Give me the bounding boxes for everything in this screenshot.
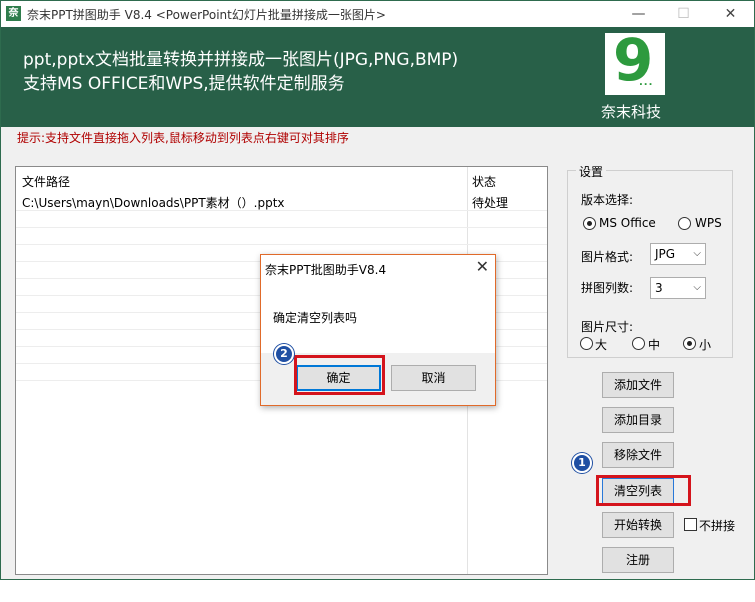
columns-label: 拼图列数: [581,281,634,295]
radio-size-large-label[interactable]: 大 [595,336,607,353]
radio-ms-office[interactable] [583,217,596,230]
brand-name: 奈末科技 [601,103,662,121]
add-folder-button[interactable]: 添加目录 [602,407,674,433]
add-file-button[interactable]: 添加文件 [602,372,674,398]
row-divider [16,244,547,245]
remove-file-button[interactable]: 移除文件 [602,442,674,468]
format-select[interactable]: JPG ⌵ [650,243,706,265]
radio-size-large[interactable] [580,337,593,350]
radio-size-medium-label[interactable]: 中 [648,336,660,353]
window-title: 奈末PPT拼图助手 V8.4 <PowerPoint幻灯片批量拼接成一张图片> [27,8,386,22]
dialog-message: 确定清空列表吗 [273,311,358,325]
maximize-button[interactable]: ☐ [661,1,706,27]
app-window: 奈 奈末PPT拼图助手 V8.4 <PowerPoint幻灯片批量拼接成一张图片… [0,0,755,580]
highlight-ok-button [294,355,385,395]
settings-title: 设置 [576,163,607,180]
no-stitch-checkbox[interactable] [684,518,697,531]
header-banner: ppt,pptx文档批量转换并拼接成一张图片(JPG,PNG,BMP) 支持MS… [1,27,754,127]
logo-dots: ... [639,77,654,88]
dialog-title: 奈末PPT批图助手V8.4 [265,263,387,277]
brand-logo: 9 ... [605,29,665,95]
radio-ms-office-label[interactable]: MS Office [599,216,656,230]
chevron-down-icon: ⌵ [693,282,701,293]
no-stitch-label[interactable]: 不拼接 [699,517,735,534]
table-row-status[interactable]: 待处理 [472,194,508,211]
size-label: 图片尺寸: [581,320,634,334]
radio-wps-label[interactable]: WPS [695,216,722,230]
radio-wps[interactable] [678,217,691,230]
app-icon: 奈 [6,6,21,21]
dialog-close-icon[interactable]: ✕ [476,257,489,276]
close-button[interactable]: ✕ [708,1,753,27]
radio-size-small[interactable] [683,337,696,350]
minimize-button[interactable]: — [616,1,661,27]
highlight-clear-list [596,475,691,506]
chevron-down-icon: ⌵ [693,248,701,259]
column-header-path[interactable]: 文件路径 [22,173,70,190]
register-button[interactable]: 注册 [602,547,674,573]
columns-value: 3 [655,281,663,295]
banner-line-1: ppt,pptx文档批量转换并拼接成一张图片(JPG,PNG,BMP) [23,50,459,70]
table-row-path[interactable]: C:\Users\mayn\Downloads\PPT素材（）.pptx [22,194,285,211]
banner-line-2: 支持MS OFFICE和WPS,提供软件定制服务 [23,74,345,94]
settings-group: 设置 版本选择: MS Office WPS 图片格式: JPG ⌵ 拼图列数:… [567,163,733,358]
hint-text: 提示:支持文件直接拖入列表,鼠标移动到列表点右键可对其排序 [17,131,349,145]
radio-size-small-label[interactable]: 小 [699,336,711,353]
row-divider [16,210,547,211]
column-header-status[interactable]: 状态 [472,173,496,190]
format-label: 图片格式: [581,250,634,264]
radio-size-medium[interactable] [632,337,645,350]
row-divider [16,227,547,228]
dialog-cancel-button[interactable]: 取消 [391,365,476,391]
version-label: 版本选择: [581,193,634,207]
columns-select[interactable]: 3 ⌵ [650,277,706,299]
step-badge-1: 1 [572,453,592,473]
title-bar[interactable]: 奈 奈末PPT拼图助手 V8.4 <PowerPoint幻灯片批量拼接成一张图片… [1,1,754,27]
step-badge-2: 2 [274,344,294,364]
start-convert-button[interactable]: 开始转换 [602,512,674,538]
format-value: JPG [655,247,676,261]
